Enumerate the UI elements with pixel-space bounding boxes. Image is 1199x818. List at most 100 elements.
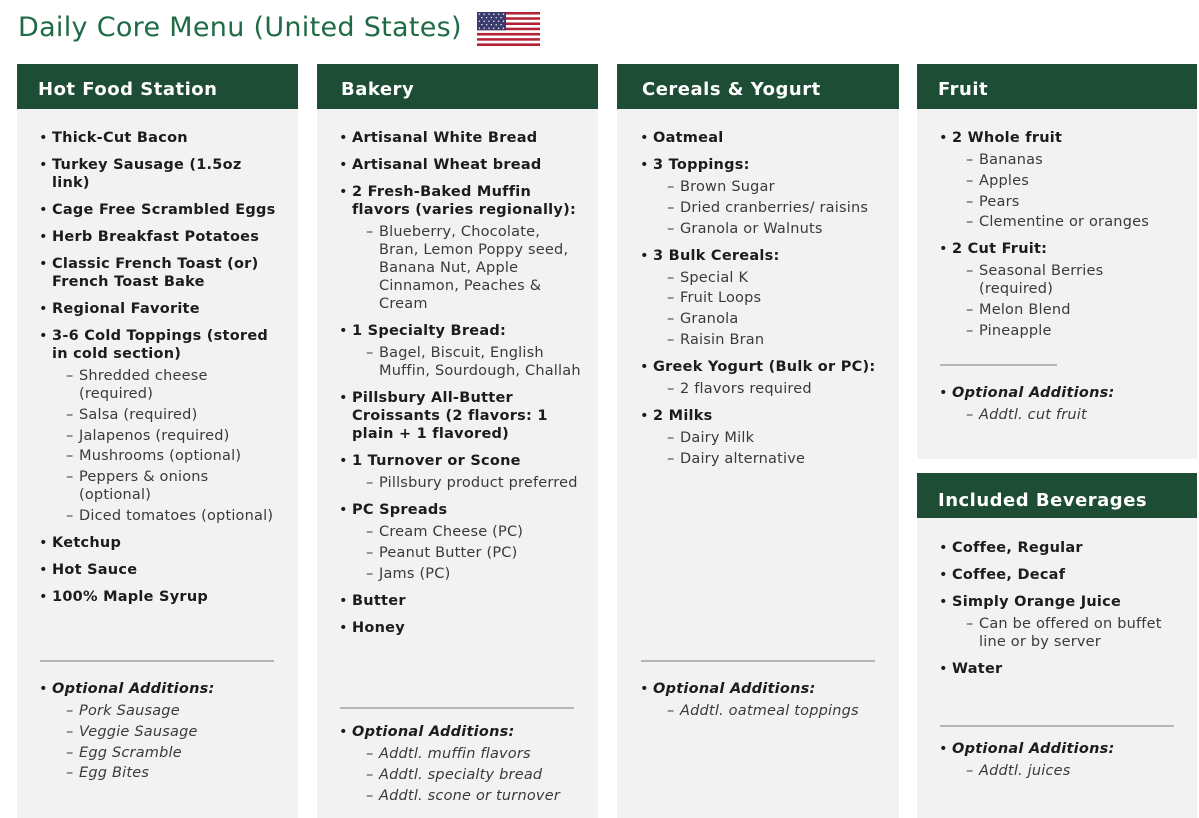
sub-item: Diced tomatoes (optional) (52, 507, 282, 525)
menu-item-3-6-cold-toppings-stored-in-cold-section: 3-6 Cold Toppings (stored in cold sectio… (39, 327, 282, 525)
menu-item-greek-yogurt-bulk-or-pc: Greek Yogurt (Bulk or PC): 2 flavors requ… (640, 358, 883, 398)
bakery-optional: Optional Additions: Addtl. muffin flavors… (339, 723, 582, 814)
menu-item-label: Optional Additions: (52, 681, 215, 697)
menu-item-cage-free-scrambled-eggs: Cage Free Scrambled Eggs (39, 201, 282, 219)
sub-item: Egg Bites (52, 764, 282, 782)
sub-item-list: Cream Cheese (PC) Peanut Butter (PC) Jams … (352, 523, 582, 583)
page-title: Daily Core Menu (United States) (18, 12, 462, 43)
sub-item-list: Dairy Milk Dairy alternative (653, 429, 883, 468)
beverages-optional: Optional Additions: Addtl. juices (939, 740, 1185, 789)
hot-food-divider (40, 660, 274, 662)
menu-item-label: 2 Fresh-Baked Muffin flavors (varies reg… (352, 184, 577, 218)
menu-item-label: 2 Cut Fruit: (952, 241, 1048, 258)
menu-item-label: 100% Maple Syrup (52, 588, 209, 605)
hot-food-station-header: Hot Food Station (17, 64, 298, 109)
fruit-divider (940, 364, 1057, 366)
menu-item-2-milks: 2 Milks Dairy Milk Dairy alternative (640, 407, 883, 468)
menu-item-label: Pillsbury All-Butter Croissants (2 flavo… (352, 390, 548, 442)
menu-item-2-cut-fruit: 2 Cut Fruit: Seasonal Berries (required) M… (939, 240, 1181, 340)
cereals-yogurt-card: Cereals & Yogurt Oatmeal 3 Toppings: Brown… (617, 64, 899, 818)
beverages-divider (940, 725, 1174, 727)
optional-additions: Optional Additions: Addtl. muffin flavors… (339, 723, 582, 805)
sub-item-list: Addtl. oatmeal toppings (653, 702, 883, 720)
cereals-optional: Optional Additions: Addtl. oatmeal toppin… (640, 680, 883, 729)
menu-item-label: Classic French Toast (or) French Toast B… (52, 256, 259, 290)
fruit-optional: Optional Additions: Addtl. cut fruit (939, 384, 1185, 433)
sub-item-list: Pillsbury product preferred (352, 474, 582, 492)
sub-item-list: Brown Sugar Dried cranberries/ raisins Gra… (653, 178, 883, 238)
sub-item: Bagel, Biscuit, English Muffin, Sourdoug… (352, 344, 582, 380)
menu-item-label: Artisanal White Bread (352, 130, 538, 146)
sub-item: Peanut Butter (PC) (352, 544, 582, 562)
menu-item-100-maple-syrup: 100% Maple Syrup (39, 588, 282, 606)
us-flag-icon (477, 12, 540, 46)
optional-additions: Optional Additions: Pork Sausage Veggie Sa… (39, 680, 282, 782)
bakery-header: Bakery (317, 64, 598, 109)
sub-item-list: Pork Sausage Veggie Sausage Egg Scramble Eg… (52, 702, 282, 782)
menu-item-label: Cage Free Scrambled Eggs (52, 202, 276, 218)
sub-item: Special K (653, 269, 883, 287)
sub-item: Blueberry, Chocolate, Bran, Lemon Poppy … (352, 223, 582, 313)
menu-item-label: Butter (352, 592, 406, 609)
sub-item: Bananas (952, 151, 1181, 169)
sub-item: Seasonal Berries (required) (952, 262, 1181, 298)
menu-item-label: Oatmeal (653, 130, 724, 146)
menu-item-label: Hot Sauce (52, 561, 138, 578)
menu-item-ketchup: Ketchup (39, 534, 282, 552)
sub-item-list: Seasonal Berries (required) Melon Blend Pi… (952, 262, 1181, 340)
menu-item-3-bulk-cereals: 3 Bulk Cereals: Special K Fruit Loops Grano… (640, 247, 883, 349)
menu-item-label: Coffee, Regular (952, 540, 1083, 556)
sub-item: Addtl. juices (952, 762, 1185, 780)
menu-item-label: 3-6 Cold Toppings (stored in cold sectio… (52, 328, 269, 362)
cereals-items: Oatmeal 3 Toppings: Brown Sugar Dried cranb… (640, 129, 883, 477)
sub-item: Addtl. cut fruit (952, 406, 1185, 424)
fruit-items: 2 Whole fruit Bananas Apples Pears Clementin… (939, 129, 1181, 349)
bakery-items: Artisanal White Bread Artisanal Wheat bre… (339, 129, 582, 646)
sub-item: 2 flavors required (653, 380, 883, 398)
sub-item: Dairy Milk (653, 429, 883, 447)
menu-item-label: Herb Breakfast Potatoes (52, 229, 260, 245)
sub-item: Veggie Sausage (52, 723, 282, 741)
menu-item-label: Optional Additions: (952, 741, 1115, 757)
bakery-divider (340, 707, 574, 709)
menu-item-label: Ketchup (52, 534, 122, 551)
menu-item-label: Coffee, Decaf (952, 567, 1066, 583)
sub-item: Granola or Walnuts (653, 220, 883, 238)
sub-item: Pineapple (952, 322, 1181, 340)
beverages-card: Included Beverages Coffee, RegularCoffee… (917, 473, 1197, 818)
sub-item: Peppers & onions (optional) (52, 468, 282, 504)
menu-item-2-fresh-baked-muffin-flavors-varies-regi: 2 Fresh-Baked Muffin flavors (varies reg… (339, 183, 582, 313)
menu-item-turkey-sausage-1-5oz-link: Turkey Sausage (1.5oz link) (39, 156, 282, 192)
menu-item-regional-favorite: Regional Favorite (39, 300, 282, 318)
menu-item-label: Simply Orange Juice (952, 594, 1122, 610)
sub-item-list: Special K Fruit Loops Granola Raisin Bran (653, 269, 883, 349)
menu-item-label: 1 Turnover or Scone (352, 453, 521, 469)
menu-item-label: 2 Milks (653, 407, 713, 424)
menu-item-label: Honey (352, 619, 405, 636)
beverages-items: Coffee, Regular Coffee, Decaf Simply Orang… (939, 539, 1181, 687)
sub-item: Brown Sugar (653, 178, 883, 196)
sub-item: Addtl. muffin flavors (352, 745, 582, 763)
sub-item-list: Blueberry, Chocolate, Bran, Lemon Poppy … (352, 223, 582, 313)
menu-item-butter: Butter (339, 592, 582, 610)
sub-item: Dairy alternative (653, 450, 883, 468)
sub-item: Raisin Bran (653, 331, 883, 349)
menu-item-pillsbury-all-butter-croissants-2-flavor: Pillsbury All-Butter Croissants (2 flavo… (339, 389, 582, 443)
sub-item: Dried cranberries/ raisins (653, 199, 883, 217)
menu-item-hot-sauce: Hot Sauce (39, 561, 282, 579)
menu-item-2-whole-fruit: 2 Whole fruit Bananas Apples Pears Clementin… (939, 129, 1181, 231)
sub-item: Addtl. oatmeal toppings (653, 702, 883, 720)
sub-item: Salsa (required) (52, 406, 282, 424)
sub-item-list: Can be offered on buffet line or by serv… (952, 615, 1181, 651)
sub-item-list: Bagel, Biscuit, English Muffin, Sourdoug… (352, 344, 582, 380)
sub-item: Egg Scramble (52, 744, 282, 762)
sub-item: Apples (952, 172, 1181, 190)
menu-item-label: Turkey Sausage (1.5oz link) (52, 157, 242, 191)
menu-item-coffee-decaf: Coffee, Decaf (939, 566, 1181, 584)
menu-item-label: Greek Yogurt (Bulk or PC): (653, 358, 876, 375)
menu-item-3-toppings: 3 Toppings: Brown Sugar Dried cranberries/… (640, 156, 883, 238)
menu-item-water: Water (939, 660, 1181, 678)
sub-item: Pears (952, 193, 1181, 211)
sub-item: Mushrooms (optional) (52, 447, 282, 465)
menu-item-label: Artisanal Wheat bread (352, 157, 542, 173)
